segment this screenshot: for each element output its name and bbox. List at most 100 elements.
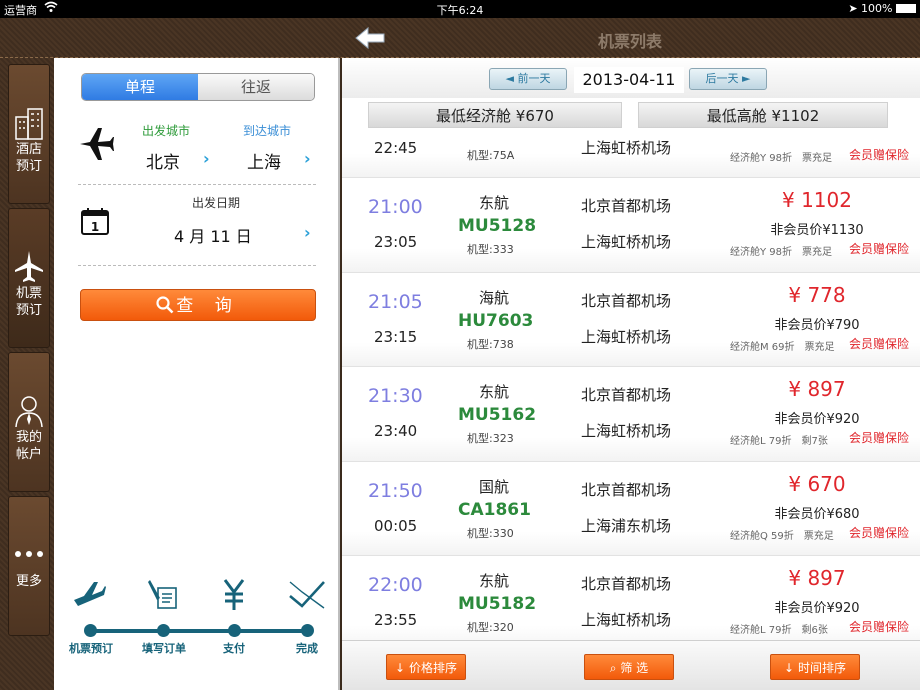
cabin-info: 经济舱Y 98折 票充足 bbox=[730, 247, 833, 259]
member-price: ¥ 897 bbox=[788, 377, 846, 402]
member-price: ¥ 1102 bbox=[782, 188, 852, 213]
depart-airport: 北京首都机场 bbox=[581, 291, 672, 310]
arrive-airport: 上海浦东机场 bbox=[581, 516, 672, 535]
divider bbox=[78, 184, 316, 185]
sort-down-icon: ↓ bbox=[395, 661, 406, 675]
arrive-time: 23:15 bbox=[374, 327, 418, 346]
battery-status: ➤ 100% bbox=[848, 2, 916, 15]
aircraft-model: 机型:330 bbox=[467, 526, 514, 540]
time-sort-button[interactable]: ↓ 时间排序 bbox=[770, 654, 860, 680]
arrive-city-label: 到达城市 bbox=[243, 124, 292, 138]
lowest-premium-summary[interactable]: 最低高舱 ¥1102 bbox=[638, 102, 888, 128]
depart-time: 22:00 bbox=[368, 573, 423, 596]
step-dot bbox=[301, 624, 314, 637]
step-label-done: 完成 bbox=[296, 642, 318, 655]
flight-row[interactable]: 22:45 机型:75A 上海虹桥机场 经济舱Y 98折 票充足 会员赠保险 bbox=[342, 130, 920, 179]
sidebar-item-account[interactable]: 我的 帐户 bbox=[8, 352, 50, 492]
date-chevron-icon[interactable]: › bbox=[304, 223, 311, 242]
depart-time: 21:30 bbox=[368, 385, 423, 408]
sort-down-icon: ↓ bbox=[784, 661, 795, 675]
date-bar: ◄ 前一天 2013-04-11 后一天 ► bbox=[342, 58, 920, 98]
flight-number: CA1861 bbox=[458, 499, 531, 520]
flight-list-panel: ◄ 前一天 2013-04-11 后一天 ► 最低经济舱 ¥670 最低高舱 ¥… bbox=[342, 58, 920, 690]
sidebar-item-flight[interactable]: 机票 预订 bbox=[8, 208, 50, 348]
search-button[interactable]: 查 询 bbox=[80, 289, 316, 321]
promo-badge: 会员赠保险 bbox=[849, 525, 910, 540]
depart-time: 21:50 bbox=[368, 479, 423, 502]
member-price: ¥ 670 bbox=[788, 471, 846, 496]
aircraft-model: 机型:323 bbox=[467, 432, 514, 446]
step-dot bbox=[157, 624, 170, 637]
nonmember-price: 非会员价¥920 bbox=[774, 600, 860, 616]
flight-row[interactable]: 21:05 23:15 海航 HU7603 机型:738 北京首都机场 上海虹桥… bbox=[342, 272, 920, 368]
arrive-city[interactable]: 上海 bbox=[247, 148, 281, 173]
back-arrow-icon bbox=[355, 26, 385, 50]
header-bar: 机票列表 bbox=[0, 18, 920, 58]
nonmember-price: 非会员价¥1130 bbox=[770, 223, 864, 239]
flight-number: MU5128 bbox=[458, 216, 537, 237]
filter-button[interactable]: ⌕ 筛 选 bbox=[584, 654, 674, 680]
sidebar-item-hotel[interactable]: 酒店 预订 bbox=[8, 64, 50, 204]
aircraft-model: 机型:738 bbox=[467, 337, 514, 351]
flight-list-content: 22:45 机型:75A 上海虹桥机场 经济舱Y 98折 票充足 会员赠保险 2… bbox=[342, 130, 920, 640]
battery-icon bbox=[896, 4, 916, 13]
bottom-toolbar: ↓ 价格排序 ⌕ 筛 选 ↓ 时间排序 bbox=[342, 640, 920, 690]
promo-badge: 会员赠保险 bbox=[849, 242, 910, 257]
arrive-time: 23:40 bbox=[374, 422, 418, 441]
cabin-info: 经济舱Q 59折 票充足 bbox=[730, 530, 834, 542]
flight-number: HU7603 bbox=[458, 310, 534, 331]
step-dot bbox=[228, 624, 241, 637]
calendar-icon: 1 bbox=[81, 208, 109, 235]
yuan-icon bbox=[223, 579, 245, 610]
tab-roundtrip[interactable]: 往返 bbox=[198, 74, 314, 100]
nonmember-price: 非会员价¥790 bbox=[774, 317, 860, 333]
arrive-time: 00:05 bbox=[374, 516, 418, 535]
airplane-icon bbox=[74, 582, 106, 606]
cabin-info: 经济舱M 69折 票充足 bbox=[730, 341, 835, 353]
depart-city[interactable]: 北京 bbox=[146, 148, 180, 173]
airline: 东航 bbox=[479, 571, 510, 590]
promo-badge: 会员赠保险 bbox=[849, 431, 910, 446]
progress-line bbox=[90, 629, 310, 633]
back-button[interactable] bbox=[354, 26, 386, 50]
step-label-order: 填写订单 bbox=[142, 642, 186, 655]
order-form-icon bbox=[148, 580, 177, 609]
depart-time: 21:00 bbox=[368, 196, 423, 219]
depart-airport: 北京首都机场 bbox=[581, 574, 672, 593]
step-dot bbox=[84, 624, 97, 637]
svg-text:1: 1 bbox=[91, 220, 99, 234]
member-price: ¥ 778 bbox=[788, 282, 846, 307]
depart-chevron-icon[interactable]: › bbox=[203, 149, 210, 168]
sidebar-item-more[interactable]: 更多 bbox=[8, 496, 50, 636]
cabin-info: 经济舱L 79折 剩6张 bbox=[730, 624, 828, 636]
sidebar: 酒店 预订 机票 预订 我的 帐户 更多 bbox=[0, 58, 54, 690]
flight-row[interactable]: 22:00 23:55 东航 MU5182 机型:320 北京首都机场 上海虹桥… bbox=[342, 555, 920, 640]
search-panel: 单程 往返 出发城市 到达城市 北京 › 上海 › 1 出发日期 4 月 11 … bbox=[54, 58, 340, 690]
next-day-button[interactable]: 后一天 ► bbox=[689, 68, 767, 90]
hotel-icon bbox=[15, 108, 43, 140]
airline: 东航 bbox=[479, 383, 510, 402]
page-title: 机票列表 bbox=[597, 32, 662, 51]
arrive-time: 23:05 bbox=[374, 233, 418, 252]
step-label-book: 机票预订 bbox=[69, 642, 113, 655]
arrive-chevron-icon[interactable]: › bbox=[304, 149, 311, 168]
nonmember-price: 非会员价¥920 bbox=[774, 412, 860, 428]
trip-type-segment: 单程 往返 bbox=[81, 73, 315, 101]
depart-airport: 北京首都机场 bbox=[581, 386, 672, 405]
flight-row[interactable]: 21:30 23:40 东航 MU5162 机型:323 北京首都机场 上海虹桥… bbox=[342, 367, 920, 462]
arrive-time: 23:55 bbox=[374, 610, 418, 629]
check-icon bbox=[289, 581, 325, 609]
price-sort-button[interactable]: ↓ 价格排序 bbox=[386, 654, 466, 680]
status-bar: 运营商 下午6:24 ➤ 100% bbox=[0, 0, 920, 18]
flight-row[interactable]: 21:00 23:05 东航 MU5128 机型:333 北京首都机场 上海虹桥… bbox=[342, 178, 920, 273]
prev-day-button[interactable]: ◄ 前一天 bbox=[489, 68, 567, 90]
depart-date[interactable]: 4 月 11 日 bbox=[174, 223, 252, 247]
lowest-economy-summary[interactable]: 最低经济舱 ¥670 bbox=[368, 102, 622, 128]
depart-time: 21:05 bbox=[368, 290, 423, 313]
flight-number: MU5182 bbox=[458, 593, 537, 614]
flight-row[interactable]: 21:50 00:05 国航 CA1861 机型:330 北京首都机场 上海浦东… bbox=[342, 461, 920, 556]
depart-city-label: 出发城市 bbox=[142, 124, 191, 138]
airplane-icon bbox=[80, 128, 114, 160]
tab-oneway[interactable]: 单程 bbox=[82, 74, 198, 100]
flight-list[interactable]: 22:45 机型:75A 上海虹桥机场 经济舱Y 98折 票充足 会员赠保险 2… bbox=[342, 130, 920, 640]
